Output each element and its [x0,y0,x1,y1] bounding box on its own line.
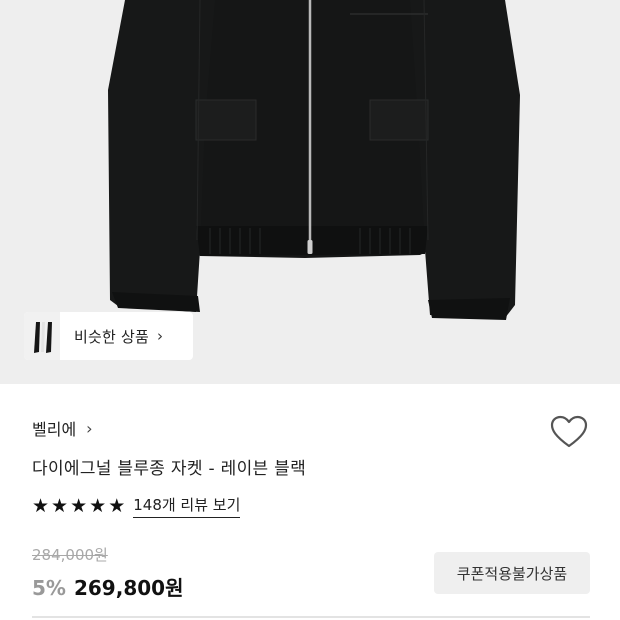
star-icon: ★ [89,494,107,517]
jacket-thumbnail-icon [34,322,52,353]
product-info: 벨리에 › 다이에그널 블루종 자켓 - 레이븐 블랙 ★ ★ ★ ★ ★ 148개 리… [0,384,620,620]
similar-products-label: 비슷한 상품 [74,327,149,346]
sale-price: 269,800원 [73,576,184,600]
similar-products-button[interactable]: 비슷한 상품 › [24,312,193,360]
original-price: 284,000원 [32,546,108,564]
divider [32,616,590,618]
brand-link[interactable]: 벨리에 › [32,416,93,440]
product-image[interactable]: 비슷한 상품 › [0,0,620,384]
similar-product-thumbnail [24,312,60,360]
star-icon: ★ [51,494,69,517]
star-icon: ★ [70,494,88,517]
coupon-badge: 쿠폰적용불가상품 [434,552,590,594]
chevron-right-icon: › [156,327,163,345]
rating-row: ★ ★ ★ ★ ★ 148개 리뷰 보기 [32,494,241,518]
product-title: 다이에그널 블루종 자켓 - 레이븐 블랙 [32,459,307,479]
star-icon: ★ [108,494,126,517]
price-row: 5% 269,800원 [32,572,183,601]
discount-rate: 5% [32,576,66,600]
heart-icon [550,415,588,448]
brand-name: 벨리에 [32,420,77,439]
star-icon: ★ [32,494,50,517]
chevron-right-icon: › [86,418,93,438]
reviews-link[interactable]: 148개 리뷰 보기 [133,494,241,518]
wishlist-button[interactable] [549,414,589,450]
star-rating: ★ ★ ★ ★ ★ [32,494,127,517]
